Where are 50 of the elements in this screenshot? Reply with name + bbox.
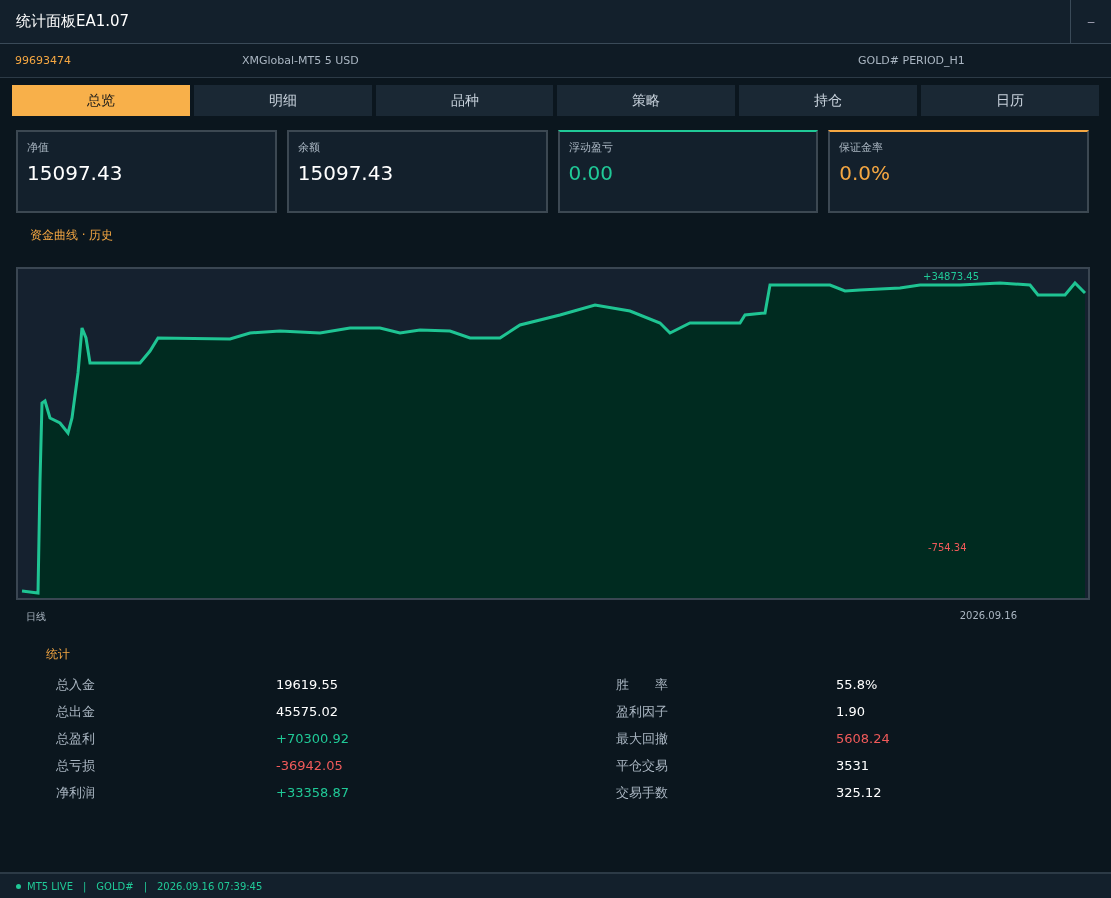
stat-label: 净利润 xyxy=(56,784,96,801)
tab[interactable]: 总览 xyxy=(12,85,190,116)
stat-label: 胜 率 xyxy=(616,676,669,693)
stat-label: 交易手数 xyxy=(616,784,669,801)
tab[interactable]: 策略 xyxy=(557,85,736,116)
stat-label: 总出金 xyxy=(56,703,96,720)
stat-label: 盈利因子 xyxy=(616,703,669,720)
max-value-label: +34873.45 xyxy=(923,271,980,282)
stat-value: 19619.55 xyxy=(276,676,340,693)
stat-label: 总亏损 xyxy=(56,757,96,774)
axis-date: 2026.09.16 xyxy=(959,610,1017,623)
card-value: 15097.43 xyxy=(27,161,124,185)
stat-label: 总盈利 xyxy=(56,730,96,747)
axis-label: 日线 xyxy=(26,610,46,624)
card-value: 0.00 xyxy=(568,161,615,185)
minimize-button[interactable]: – xyxy=(1071,0,1111,44)
card-label: 浮动盈亏 xyxy=(568,140,614,155)
symbol-period: GOLD# PERIOD_H1 xyxy=(858,54,965,67)
server-name: XMGlobal-MT5 5 USD xyxy=(242,54,360,67)
stat-value: 3531 xyxy=(836,757,871,774)
section-title: 统计 xyxy=(46,646,71,663)
status-time: 2026.09.16 07:39:45 xyxy=(157,880,263,892)
tab[interactable]: 品种 xyxy=(375,85,554,116)
section-title: 资金曲线 · 历史 xyxy=(30,227,115,244)
tab[interactable]: 持仓 xyxy=(739,85,918,116)
stat-value: 5608.24 xyxy=(836,730,891,747)
stat-label: 平仓交易 xyxy=(616,757,669,774)
stat-value: +33358.87 xyxy=(276,784,350,801)
card-label: 净值 xyxy=(27,140,50,155)
stat-value: 45575.02 xyxy=(276,703,340,720)
stat-label: 最大回撤 xyxy=(616,730,669,747)
min-value-label: -754.34 xyxy=(928,542,967,553)
tab[interactable]: 明细 xyxy=(193,85,372,116)
tab[interactable]: 日历 xyxy=(921,85,1099,116)
card-value: 15097.43 xyxy=(297,161,395,185)
status-symbol: GOLD# xyxy=(96,880,134,892)
status-text: MT5 LIVE xyxy=(27,880,73,892)
stat-value: +70300.92 xyxy=(276,730,350,747)
window-title: 统计面板EA1.07 xyxy=(16,12,130,31)
stat-label: 总入金 xyxy=(56,676,96,693)
stat-value: 1.90 xyxy=(836,703,866,720)
separator: | xyxy=(143,880,147,892)
card-label: 余额 xyxy=(297,140,321,155)
stat-value: 325.12 xyxy=(836,784,883,801)
card-value: 0.0% xyxy=(839,161,892,185)
account-number: 99693474 xyxy=(15,54,72,67)
stat-value: 55.8% xyxy=(836,676,879,693)
stat-value: -36942.05 xyxy=(276,757,344,774)
card-label: 保证金率 xyxy=(839,140,885,155)
separator: | xyxy=(82,880,87,892)
